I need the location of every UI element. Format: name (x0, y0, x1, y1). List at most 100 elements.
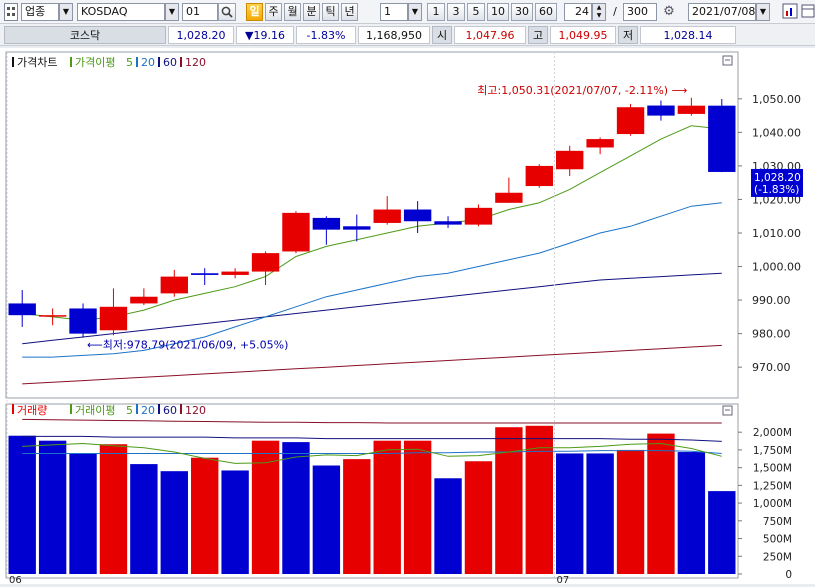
interval-select[interactable]: 1 (380, 3, 408, 21)
volume-bar (312, 465, 341, 574)
volume-tick-label: 1,750M (753, 445, 792, 457)
total-input[interactable]: 300 (623, 3, 657, 21)
volume-bar (647, 433, 675, 574)
candle-body (403, 209, 432, 222)
volume-bar (616, 449, 645, 574)
high-price: 1,049.95 (550, 26, 616, 44)
count-input[interactable]: 24 (564, 3, 592, 21)
interval-button-60[interactable]: 60 (535, 3, 557, 21)
panel-icon[interactable] (801, 3, 815, 21)
period-button-month[interactable]: 월 (284, 3, 301, 21)
chevron-down-icon[interactable]: ▼ (408, 3, 422, 21)
volume-bar (8, 435, 36, 574)
volume-bar (343, 459, 371, 574)
candle-body (556, 150, 584, 170)
chevron-down-icon[interactable]: ▼ (59, 3, 73, 21)
volume-tick-label: 750M (763, 516, 792, 528)
chart-tools-icon[interactable] (782, 3, 800, 21)
candle-body (191, 273, 219, 275)
date-input[interactable]: 2021/07/08 (688, 3, 756, 21)
volume-bar (221, 470, 249, 574)
period-button-week[interactable]: 주 (265, 3, 282, 21)
chart-svg[interactable]: 06 07 970.00 980.00 990.00 1,000.00 1,010.00 1,… (0, 48, 815, 586)
legend-ma120: 120 (185, 56, 206, 69)
candle-body (160, 276, 188, 294)
period-button-day[interactable]: 일 (246, 3, 263, 21)
period-button-tick[interactable]: 틱 (322, 3, 339, 21)
last-price-label: 1,028.20 (754, 172, 801, 184)
legend-vol-ma5: 5 (126, 404, 133, 417)
candle-body (586, 139, 614, 148)
search-icon[interactable] (218, 3, 236, 21)
volume-bar (69, 453, 97, 574)
trade-volume: 1,168,950 (358, 26, 430, 44)
low-label: 저 (618, 26, 638, 44)
volume-bar (282, 442, 310, 574)
volume-bar (586, 453, 614, 574)
candle-body (616, 107, 645, 135)
candle-body (525, 165, 553, 187)
low-price: 1,028.14 (640, 26, 736, 44)
price-tick-label: 1,010.00 (752, 227, 801, 240)
legend-ma5: 5 (126, 56, 133, 69)
last-price-pct: (-1.83%) (754, 184, 799, 196)
volume-tick-label: 2,000M (753, 427, 792, 439)
period-button-minute[interactable]: 분 (303, 3, 320, 21)
volume-bar (160, 471, 188, 574)
candle-body (282, 212, 310, 252)
candle-body (251, 253, 280, 272)
candle-body (647, 105, 675, 116)
candle-body (8, 303, 36, 316)
legend-vol-ma-label: 거래이평 (75, 404, 115, 417)
max-annotation: 최고:1,050.31(2021/07/07, -2.11%) ⟶ (477, 84, 687, 97)
code-input[interactable]: 01 (182, 3, 218, 21)
chevron-down-icon[interactable]: ▼ (756, 3, 770, 21)
volume-bar (191, 457, 219, 574)
period-button-year[interactable]: 년 (341, 3, 358, 21)
volume-panel-title: 거래량 (17, 404, 47, 417)
panel-menu-icon[interactable] (722, 55, 733, 66)
volume-tick-label: 1,500M (753, 463, 792, 475)
legend-ma20: 20 (141, 56, 155, 69)
interval-button-10[interactable]: 10 (487, 3, 509, 21)
candle-body (677, 105, 706, 114)
index-name-label: 코스닥 (4, 26, 166, 44)
index-name-select[interactable]: KOSDAQ (77, 3, 165, 21)
interval-button-5[interactable]: 5 (467, 3, 485, 21)
x-tick-label: 06 (9, 575, 22, 584)
interval-button-30[interactable]: 30 (511, 3, 533, 21)
price-tick-label: 990.00 (752, 294, 791, 307)
volume-bar (677, 452, 706, 574)
legend-vol-ma20: 20 (141, 404, 155, 417)
open-price: 1,047.96 (454, 26, 526, 44)
candle-body (464, 207, 493, 225)
volume-bar (130, 464, 158, 574)
volume-menu-icon[interactable] (722, 405, 733, 416)
min-annotation: ⟵최저:978.79(2021/06/09, +5.05%) (87, 339, 288, 352)
candle-body (495, 192, 523, 203)
market-type-select[interactable]: 업종 (21, 3, 59, 21)
volume-tick-label: 1,250M (753, 480, 792, 492)
chart-area[interactable]: 06 07 970.00 980.00 990.00 1,000.00 1,010.00 1,… (0, 48, 815, 586)
volume-tick-label: 1,000M (753, 498, 792, 510)
volume-bar (556, 453, 584, 574)
interval-button-1[interactable]: 1 (427, 3, 445, 21)
candle-body (38, 315, 67, 317)
volume-bar (434, 478, 462, 574)
high-label: 고 (528, 26, 548, 44)
legend-vol-ma60: 60 (163, 404, 177, 417)
legend-price-ma-label: 가격이평 (75, 56, 115, 69)
change-percent: -1.83% (296, 26, 356, 44)
toolbar: 업종 ▼ KOSDAQ ▼ 01 일 주 월 분 틱 년 1 ▼ 1 3 5 1… (0, 0, 815, 24)
chevron-down-icon[interactable]: ▼ (165, 3, 179, 21)
price-tick-label: 1,040.00 (752, 126, 801, 139)
interval-button-3[interactable]: 3 (447, 3, 465, 21)
settings-icon[interactable]: ⚙ (660, 3, 678, 21)
volume-bar (495, 427, 523, 574)
volume-legend: 거래량 거래이평 5 20 60 120 (12, 404, 206, 417)
stepper-icon[interactable]: ▲ ▼ (592, 3, 606, 21)
volume-bar (99, 444, 128, 574)
candle-body (221, 271, 249, 275)
candle-body (69, 308, 97, 334)
grid-icon[interactable] (4, 3, 18, 21)
